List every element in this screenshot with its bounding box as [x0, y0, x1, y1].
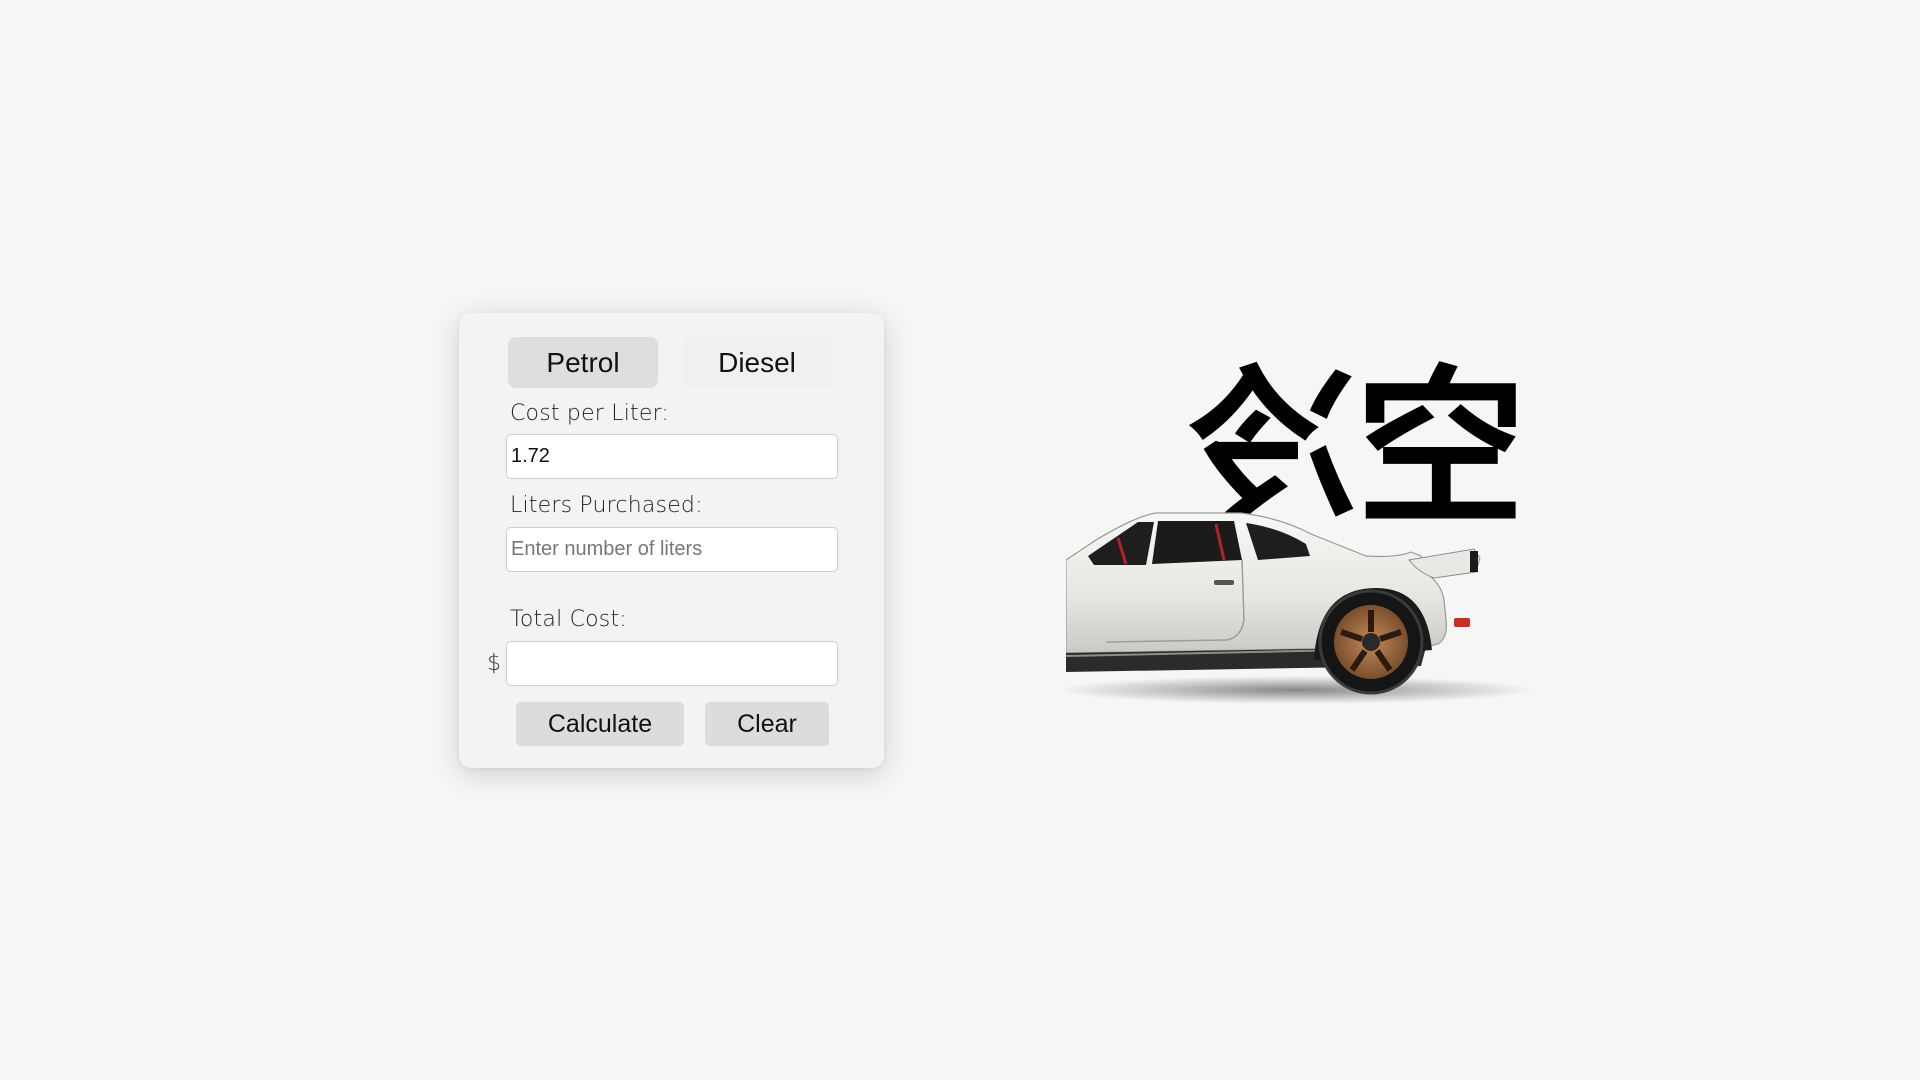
rear-wheel: [1318, 589, 1424, 695]
fuel-calculator-card: Petrol Diesel Cost per Liter: Liters Pur…: [459, 313, 884, 768]
cost-per-liter-input[interactable]: [506, 434, 838, 479]
liters-purchased-input[interactable]: [506, 527, 838, 572]
total-cost-label: Total Cost:: [510, 607, 627, 632]
tab-diesel[interactable]: Diesel: [682, 337, 832, 388]
liters-purchased-label: Liters Purchased:: [510, 493, 703, 518]
total-cost-output[interactable]: [506, 641, 838, 686]
currency-symbol: $: [487, 651, 501, 676]
car-illustration: 空冷: [1066, 351, 1536, 704]
page: Petrol Diesel Cost per Liter: Liters Pur…: [0, 0, 1920, 1080]
tab-petrol[interactable]: Petrol: [508, 337, 658, 388]
cost-per-liter-label: Cost per Liter:: [510, 401, 670, 426]
car-artwork: 空冷: [1066, 320, 1536, 740]
calculate-button[interactable]: Calculate: [516, 702, 684, 746]
clear-button[interactable]: Clear: [705, 702, 829, 746]
